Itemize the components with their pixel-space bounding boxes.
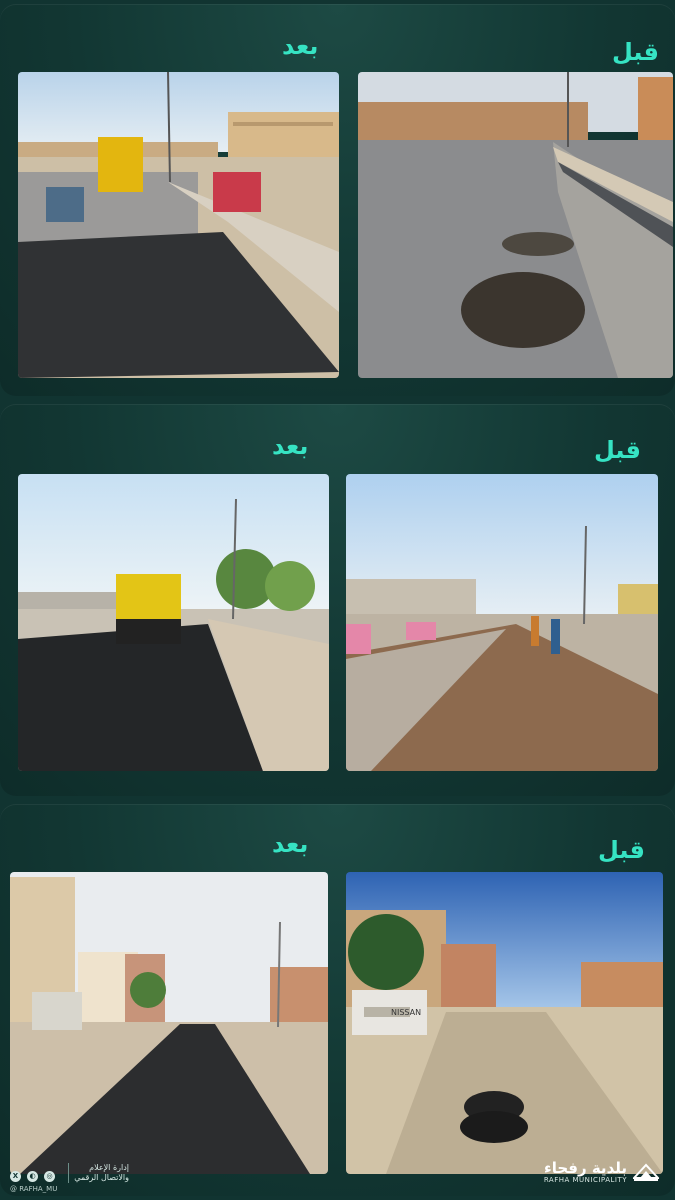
municipality-logo: بلدية رفحاء RAFHA MUNICIPALITY (544, 1160, 659, 1184)
before-label: قبل (598, 836, 645, 864)
after-label: بعد (282, 32, 319, 60)
after-label: بعد (272, 830, 309, 858)
comparison-panel-1: بعد قبل (0, 4, 675, 396)
social-icons: X ◐ ◎ (10, 1171, 55, 1182)
x-icon[interactable]: X (10, 1171, 21, 1182)
comparison-panel-3: بعد قبل NISSAN X ◐ ◎ @ RAFHA_MU إدارة ال… (0, 804, 675, 1196)
after-photo-road-roller (18, 474, 329, 771)
department-line-1: إدارة الإعلام (89, 1163, 129, 1172)
after-photo-street-strip (10, 872, 328, 1174)
before-photo-pothole (358, 72, 673, 378)
snapchat-icon[interactable]: ◐ (27, 1171, 38, 1182)
social-handle: @ RAFHA_MU (10, 1185, 58, 1193)
department-name: إدارة الإعلام والاتصال الرقمي (68, 1163, 129, 1183)
before-label: قبل (612, 38, 659, 66)
before-photo-damaged-street: NISSAN (346, 872, 663, 1174)
infographic-page: بعد قبل بعد قبل بعد قبل NISSAN X ◐ ◎ @ R… (0, 0, 675, 1200)
after-label: بعد (272, 432, 309, 460)
instagram-icon[interactable]: ◎ (44, 1171, 55, 1182)
before-photo-workers-dirt (346, 474, 658, 771)
truck-brand-text: NISSAN (391, 1008, 421, 1017)
brand-english: RAFHA MUNICIPALITY (543, 1176, 627, 1184)
after-photo-paved-lane (18, 72, 339, 378)
municipality-mark-icon (633, 1163, 659, 1181)
brand-arabic: بلدية رفحاء (544, 1159, 627, 1177)
comparison-panel-2: بعد قبل (0, 404, 675, 796)
before-label: قبل (594, 436, 641, 464)
department-line-2: والاتصال الرقمي (74, 1173, 129, 1182)
